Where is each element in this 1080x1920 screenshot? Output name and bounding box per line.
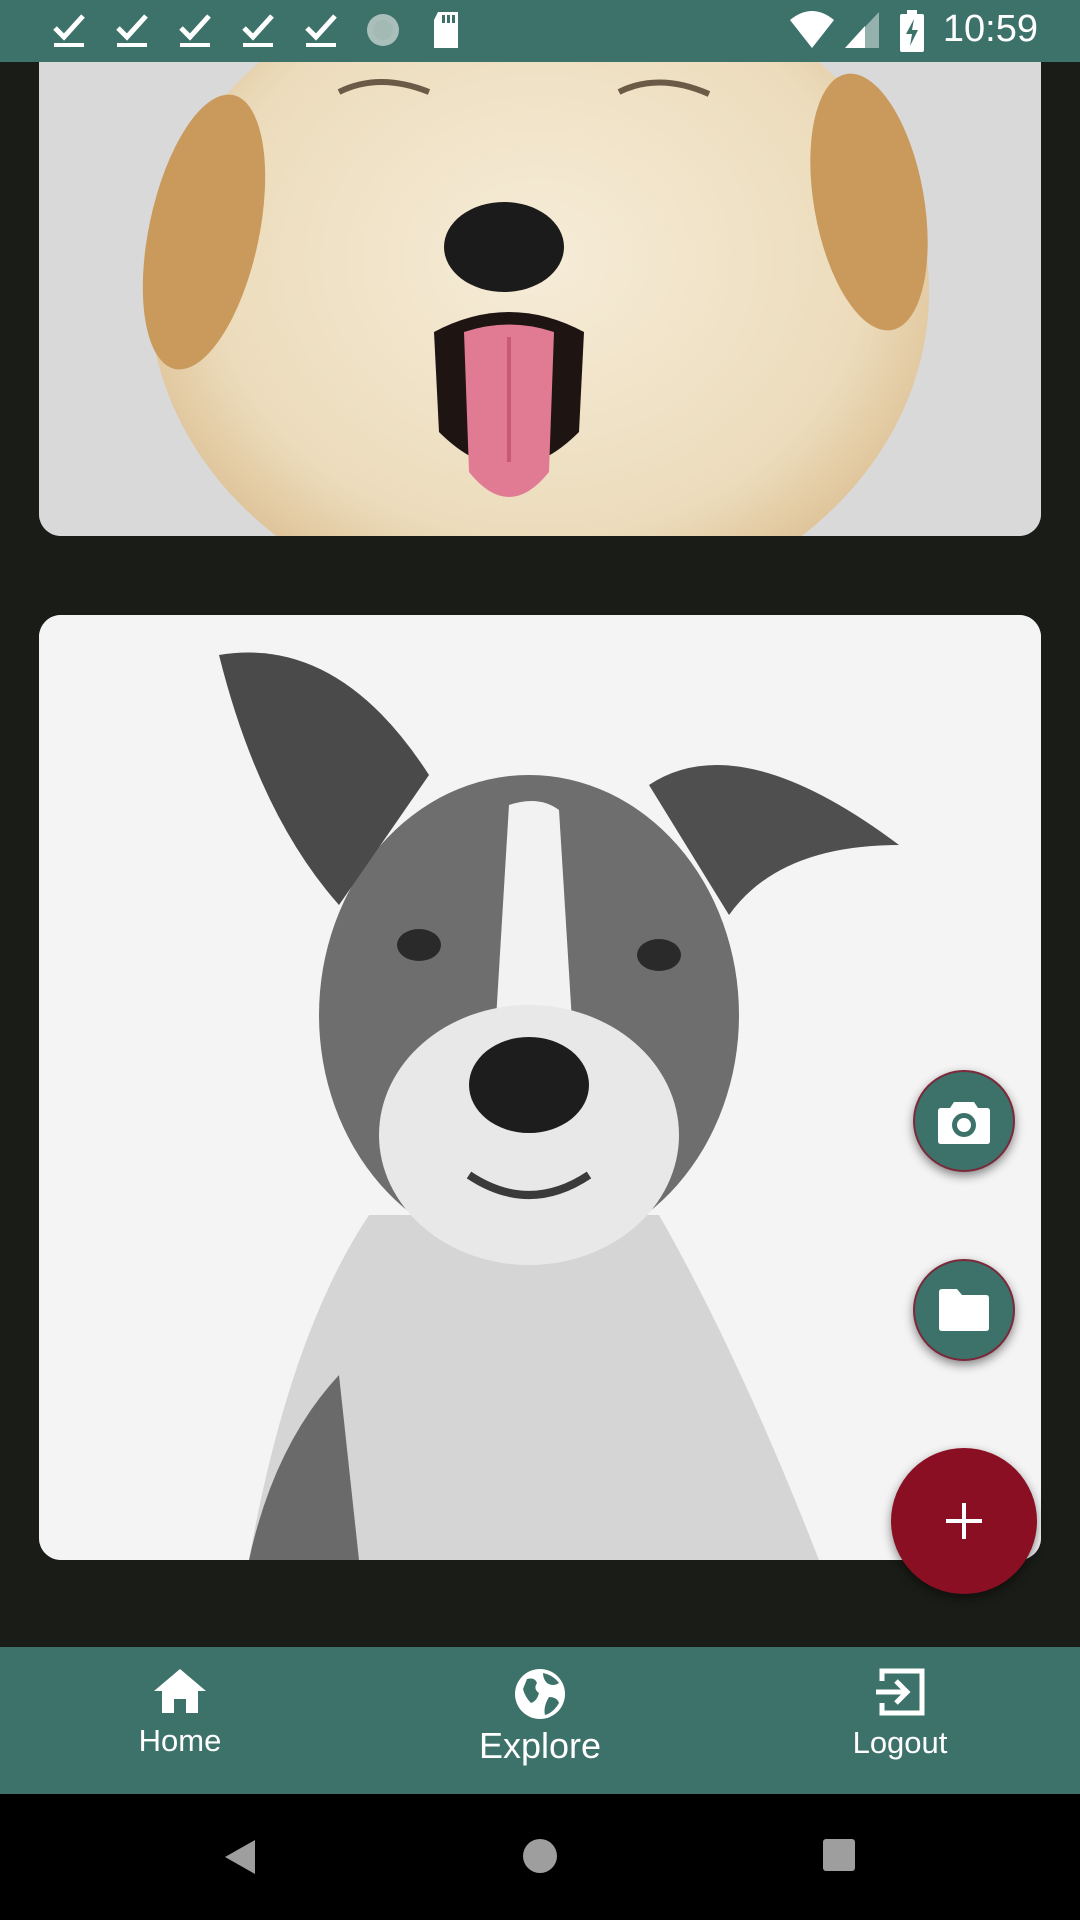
nav-item-logout[interactable]: Logout [720,1647,1080,1794]
home-icon [154,1669,206,1713]
status-bar: 10:59 [0,0,1080,62]
check-icon [179,14,211,47]
back-icon[interactable] [223,1838,257,1876]
bottom-navigation: Home Explore Logout [0,1647,1080,1794]
signal-icon [845,12,879,48]
recents-icon[interactable] [822,1838,856,1872]
loading-icon [367,14,399,46]
add-button[interactable] [891,1448,1037,1594]
check-icon [242,14,274,47]
home-circle-icon[interactable] [522,1838,558,1874]
globe-icon [515,1669,565,1719]
post-card[interactable] [39,615,1041,1560]
check-icon [116,14,148,47]
nav-label-logout: Logout [852,1725,948,1760]
nav-item-explore[interactable]: Explore [360,1647,720,1794]
camera-icon [938,1102,990,1144]
status-time: 10:59 [942,8,1038,50]
plus-icon [946,1503,982,1539]
system-navigation-bar [0,1794,1080,1920]
nav-label-explore: Explore [478,1725,602,1766]
check-icon [305,14,337,47]
nav-item-home[interactable]: Home [0,1647,360,1794]
folder-button[interactable] [913,1259,1015,1361]
camera-button[interactable] [913,1070,1015,1172]
golden-puppy-photo[interactable] [39,62,1041,536]
logout-icon [876,1668,925,1716]
photo-feed[interactable] [0,62,1080,1647]
gray-dog-photo[interactable] [39,615,1041,1560]
post-card[interactable] [39,62,1041,536]
sd-card-icon [434,12,458,48]
wifi-icon [790,11,834,48]
check-icon [53,14,85,47]
nav-label-home: Home [138,1723,222,1758]
folder-icon [939,1289,989,1331]
battery-charging-icon [900,10,924,52]
